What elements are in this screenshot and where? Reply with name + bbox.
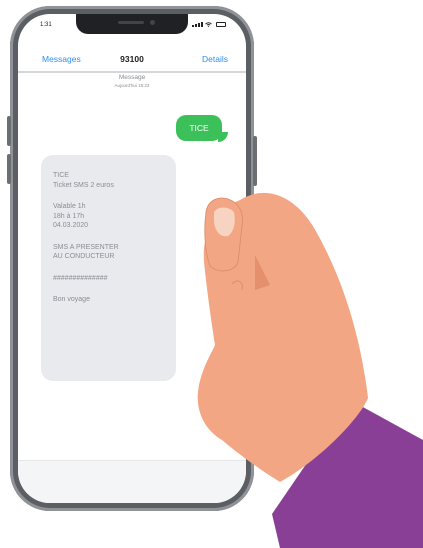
message-line: 04.03.2020 [53, 222, 89, 229]
message-line: SMS A PRESENTER [53, 243, 119, 251]
battery-icon [216, 22, 226, 27]
message-line: TICE [53, 172, 69, 179]
message-paragraph: ############## [53, 274, 164, 284]
message-line: Ticket SMS 2 euros [53, 181, 114, 189]
notch [76, 14, 188, 34]
nav-bar: Messages 93100 Details [18, 48, 246, 70]
message-line: 18h à 17h [53, 212, 85, 220]
speaker-grille [118, 21, 144, 24]
message-paragraph: Valable 1h 18h à 17h 04.03.2020 [53, 202, 164, 231]
wifi-icon [205, 22, 212, 27]
camera-icon [150, 20, 155, 25]
received-message-bubble[interactable]: TICE Ticket SMS 2 euros Valable 1h 18h à… [41, 155, 176, 381]
conversation-timestamp: Aujourd'hui 16:23 [114, 83, 150, 88]
sent-message-text: TICE [189, 123, 209, 133]
message-line: ############## [53, 274, 108, 282]
message-paragraph: Bon voyage [53, 295, 164, 305]
power-button [253, 136, 257, 186]
signal-icon [192, 22, 203, 27]
status-icons [192, 22, 226, 27]
message-paragraph: SMS A PRESENTER AU CONDUCTEUR [53, 243, 164, 262]
conversation-meta-line1: Message [118, 74, 146, 81]
status-bar: 1:31 [18, 14, 246, 36]
details-button[interactable]: Details [202, 54, 228, 64]
status-time: 1:31 [40, 22, 52, 28]
message-line: Bon voyage [53, 296, 90, 303]
sent-message-bubble[interactable]: TICE [176, 115, 222, 141]
message-input-bar[interactable] [18, 460, 246, 503]
volume-up-button [7, 116, 11, 146]
message-line: AU CONDUCTEUR [53, 253, 115, 260]
phone-frame: 1:31 Messages 93100 Details Message Aujo… [7, 6, 257, 511]
phone-screen: 1:31 Messages 93100 Details Message Aujo… [18, 14, 246, 503]
nav-divider [18, 71, 246, 73]
message-paragraph: TICE Ticket SMS 2 euros [53, 171, 164, 190]
message-line: Valable 1h [53, 203, 86, 210]
conversation-meta: Message Aujourd'hui 16:23 [18, 74, 246, 90]
volume-down-button [7, 154, 11, 184]
